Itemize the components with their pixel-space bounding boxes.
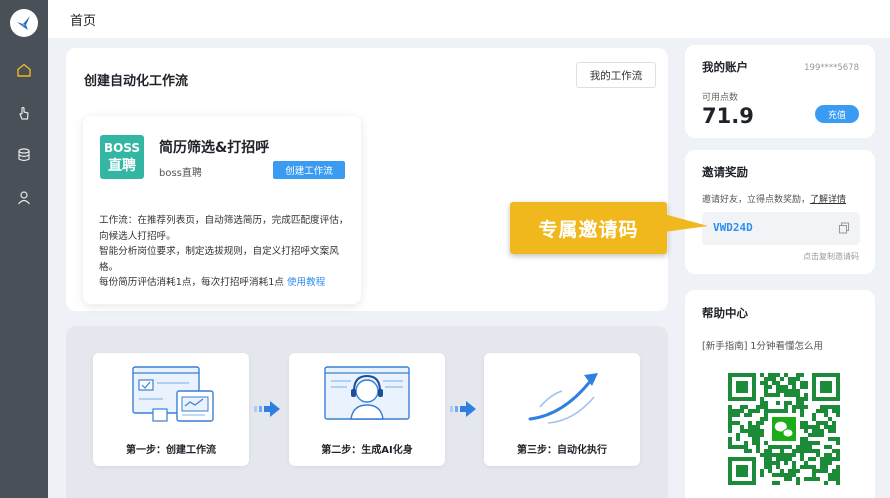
home-icon [17, 63, 31, 77]
recharge-button[interactable]: 充值 [815, 105, 859, 123]
account-phone: 199****5678 [804, 63, 859, 73]
details-link[interactable]: 了解详情 [810, 195, 846, 205]
page-title: 首页 [70, 14, 97, 29]
wechat-qr-code [706, 368, 848, 490]
account-title: 我的账户 [702, 60, 748, 74]
pointer-icon [19, 106, 29, 120]
app-logo-icon[interactable] [10, 9, 38, 37]
workflow-template-card[interactable]: BOSS 直聘 简历筛选&打招呼 boss直聘 创建工作流 工作流：在推荐列表页… [83, 116, 361, 304]
invite-code-box[interactable]: VWD24D [702, 212, 860, 245]
top-header: 首页 [48, 0, 890, 38]
sidebar-item-database[interactable] [12, 143, 36, 167]
step-generate-avatar: 第二步：生成AI化身 [289, 353, 445, 466]
workflow-template-platform: boss直聘 [159, 168, 202, 179]
steps-panel: 第一步：创建工作流 第二步：生成AI化身 第三步：自动化执行 [66, 326, 668, 498]
step-label: 第一步：创建工作流 [126, 445, 216, 456]
help-guide-link[interactable]: [新手指南] 1分钟看懂怎么用 [702, 338, 823, 352]
sidebar [0, 0, 48, 498]
workflow-template-name: 简历筛选&打招呼 [159, 140, 270, 156]
sidebar-item-user[interactable] [12, 186, 36, 210]
step-auto-execute: 第三步：自动化执行 [484, 353, 640, 466]
workflow-section-title: 创建自动化工作流 [84, 74, 189, 89]
boss-zhipin-logo: BOSS 直聘 [100, 135, 144, 179]
callout-pointer-icon [664, 214, 708, 232]
help-title: 帮助中心 [702, 306, 748, 320]
workflow-illustration-icon [132, 366, 214, 422]
reward-title: 邀请奖励 [702, 165, 748, 179]
workflow-template-description: 工作流：在推荐列表页，自动筛选简历，完成匹配度评估，向候选人打招呼。 智能分析岗… [99, 215, 349, 289]
my-workflows-button[interactable]: 我的工作流 [576, 62, 656, 88]
step-label: 第二步：生成AI化身 [321, 445, 413, 456]
invite-reward-card: 邀请奖励 邀请好友，立得点数奖励，了解详情 VWD24D 点击复制邀请码 [685, 150, 875, 274]
user-icon [18, 191, 30, 205]
workflow-panel: 创建自动化工作流 我的工作流 BOSS 直聘 简历筛选&打招呼 boss直聘 创… [66, 48, 668, 311]
reward-description: 邀请好友，立得点数奖励，了解详情 [702, 195, 847, 205]
help-center-card: 帮助中心 [新手指南] 1分钟看懂怎么用 [685, 290, 875, 498]
points-value: 71.9 [702, 104, 754, 128]
step-create-workflow: 第一步：创建工作流 [93, 353, 249, 466]
account-card: 我的账户 199****5678 可用点数 71.9 充值 [685, 45, 875, 138]
tutorial-link[interactable]: 使用教程 [287, 277, 325, 288]
copy-code-hint: 点击复制邀请码 [803, 252, 859, 261]
sidebar-item-pointer[interactable] [12, 101, 36, 125]
ai-avatar-illustration-icon [324, 366, 410, 420]
create-workflow-button[interactable]: 创建工作流 [273, 161, 345, 179]
database-icon [18, 148, 30, 162]
step-label: 第三步：自动化执行 [517, 445, 607, 456]
rocket-arrow-illustration-icon [528, 373, 598, 424]
invite-code-callout: 专属邀请码 [510, 202, 667, 254]
sidebar-item-home[interactable] [12, 58, 36, 82]
invite-code: VWD24D [713, 221, 753, 234]
double-arrow-right-icon [450, 401, 476, 417]
points-label: 可用点数 [702, 93, 739, 103]
copy-icon[interactable] [838, 222, 850, 234]
double-arrow-right-icon [254, 401, 280, 417]
qr-code-icon [728, 373, 840, 485]
